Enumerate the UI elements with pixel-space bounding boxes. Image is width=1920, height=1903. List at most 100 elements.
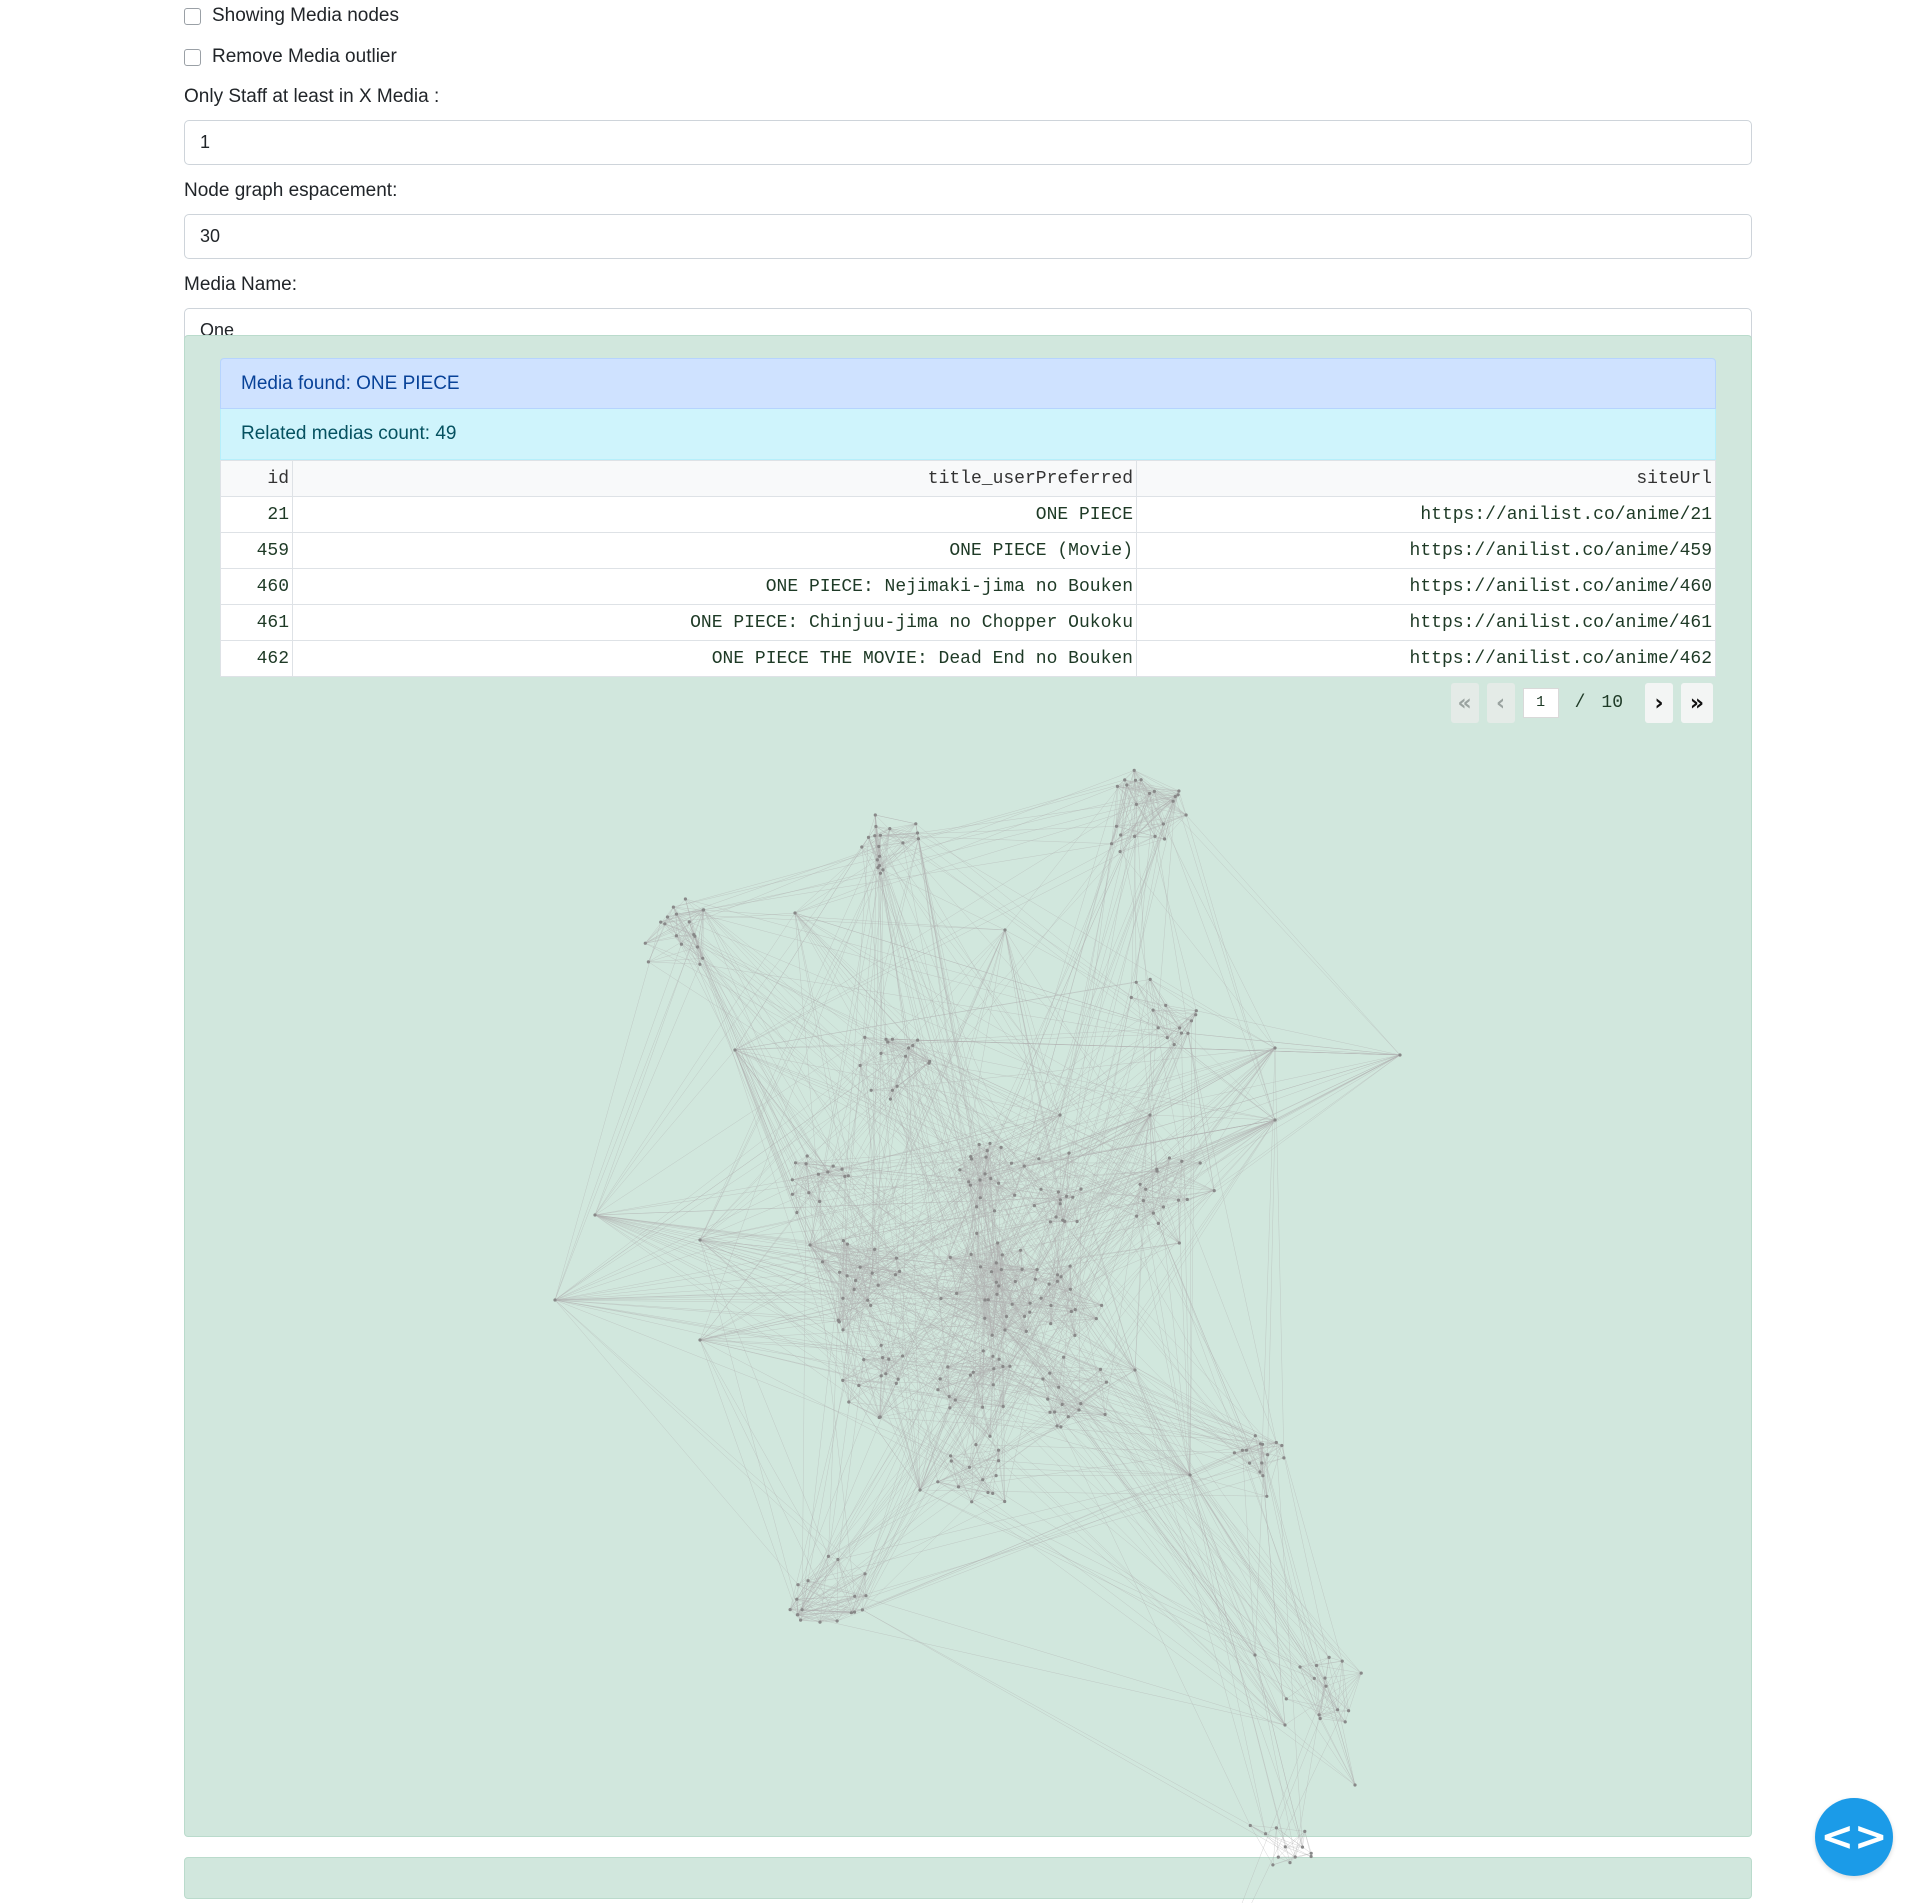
graph-node[interactable] [593, 1213, 597, 1217]
graph-node[interactable] [1057, 1385, 1061, 1389]
graph-node[interactable] [1176, 1198, 1181, 1202]
graph-node[interactable] [1327, 1655, 1331, 1659]
graph-node[interactable] [702, 908, 706, 912]
graph-node[interactable] [1300, 1845, 1305, 1849]
graph-node[interactable] [1144, 1187, 1148, 1191]
graph-node[interactable] [983, 1298, 987, 1302]
graph-node[interactable] [1298, 1665, 1302, 1669]
graph-node[interactable] [1003, 1328, 1007, 1332]
graph-node[interactable] [1001, 1404, 1005, 1408]
graph-node[interactable] [991, 1491, 995, 1495]
graph-node[interactable] [1212, 1189, 1216, 1193]
graph-node[interactable] [949, 1459, 953, 1463]
graph-node[interactable] [1340, 1659, 1344, 1663]
graph-node[interactable] [1314, 1663, 1319, 1668]
graph-node[interactable] [986, 1298, 990, 1302]
graph-node[interactable] [1053, 1410, 1057, 1414]
graph-node[interactable] [796, 1613, 800, 1617]
graph-node[interactable] [845, 1242, 850, 1246]
graph-node[interactable] [877, 1415, 881, 1420]
graph-node[interactable] [967, 1465, 972, 1469]
graph-node[interactable] [1264, 1832, 1268, 1836]
graph-node[interactable] [884, 1037, 888, 1041]
graph-node[interactable] [1324, 1684, 1328, 1688]
graph-node[interactable] [939, 1296, 943, 1301]
graph-node[interactable] [876, 1283, 880, 1287]
graph-node[interactable] [1069, 1309, 1073, 1314]
graph-node[interactable] [1064, 1194, 1069, 1198]
graph-node[interactable] [1133, 1368, 1137, 1372]
graph-node[interactable] [1035, 1268, 1039, 1272]
graph-node[interactable] [904, 1054, 908, 1058]
graph-node[interactable] [1179, 1031, 1184, 1035]
graph-node[interactable] [1023, 1314, 1027, 1318]
graph-node[interactable] [1172, 1043, 1176, 1047]
graph-node[interactable] [886, 1040, 890, 1044]
graph-node[interactable] [971, 1370, 975, 1374]
graph-node[interactable] [869, 1303, 873, 1307]
graph-node[interactable] [1010, 1302, 1014, 1306]
graph-node[interactable] [1132, 768, 1136, 773]
graph-node[interactable] [818, 1620, 822, 1624]
staff-network-graph[interactable] [0, 0, 1920, 1903]
graph-node[interactable] [846, 1174, 850, 1178]
graph-node[interactable] [1178, 1026, 1182, 1030]
graph-node[interactable] [1155, 1167, 1159, 1171]
graph-node[interactable] [1058, 1198, 1062, 1202]
graph-node[interactable] [877, 854, 882, 858]
graph-node[interactable] [978, 1265, 983, 1269]
graph-node[interactable] [693, 934, 697, 938]
graph-node[interactable] [1266, 1453, 1270, 1457]
graph-node[interactable] [1141, 1199, 1145, 1203]
graph-node[interactable] [1283, 1723, 1287, 1727]
graph-node[interactable] [873, 1247, 877, 1251]
graph-node[interactable] [807, 1191, 811, 1195]
graph-node[interactable] [841, 1239, 846, 1243]
graph-node[interactable] [901, 841, 905, 845]
graph-node[interactable] [1056, 1190, 1060, 1194]
graph-node[interactable] [975, 1205, 979, 1209]
graph-node[interactable] [1134, 802, 1138, 807]
graph-node[interactable] [893, 1273, 898, 1277]
graph-node[interactable] [1013, 1279, 1018, 1284]
graph-node[interactable] [1253, 1653, 1257, 1657]
graph-node[interactable] [1079, 1187, 1083, 1191]
graph-node[interactable] [1028, 1310, 1032, 1314]
graph-node[interactable] [1163, 837, 1167, 841]
graph-node[interactable] [988, 1434, 992, 1438]
graph-node[interactable] [788, 1608, 792, 1612]
graph-node[interactable] [997, 1181, 1001, 1185]
graph-node[interactable] [663, 922, 667, 926]
graph-node[interactable] [1283, 1845, 1287, 1849]
graph-node[interactable] [679, 942, 684, 946]
graph-node[interactable] [800, 1608, 804, 1612]
graph-node[interactable] [985, 1149, 989, 1153]
graph-node[interactable] [1067, 1151, 1071, 1155]
graph-node[interactable] [878, 833, 883, 837]
graph-node[interactable] [816, 1172, 821, 1176]
graph-node[interactable] [873, 813, 877, 817]
graph-node[interactable] [1054, 1215, 1058, 1219]
graph-node[interactable] [1173, 794, 1177, 799]
graph-node[interactable] [1133, 778, 1138, 782]
graph-node[interactable] [995, 1292, 999, 1296]
graph-node[interactable] [875, 858, 879, 862]
graph-node[interactable] [878, 871, 883, 875]
graph-node[interactable] [1048, 1410, 1052, 1414]
graph-node[interactable] [1118, 850, 1122, 854]
graph-node[interactable] [955, 1291, 959, 1295]
graph-node[interactable] [1068, 1264, 1072, 1268]
graph-node[interactable] [1037, 1157, 1041, 1161]
graph-node[interactable] [1001, 1364, 1005, 1369]
graph-node[interactable] [806, 1579, 810, 1583]
graph-node[interactable] [1165, 1036, 1169, 1040]
graph-node[interactable] [1041, 1377, 1045, 1381]
graph-node[interactable] [1186, 1031, 1190, 1035]
graph-node[interactable] [989, 1270, 994, 1274]
graph-node[interactable] [949, 1454, 953, 1458]
graph-node[interactable] [1189, 1019, 1194, 1023]
graph-node[interactable] [863, 1572, 867, 1576]
graph-node[interactable] [1244, 1448, 1248, 1452]
graph-node[interactable] [1094, 1317, 1098, 1321]
graph-node[interactable] [1248, 1461, 1252, 1465]
